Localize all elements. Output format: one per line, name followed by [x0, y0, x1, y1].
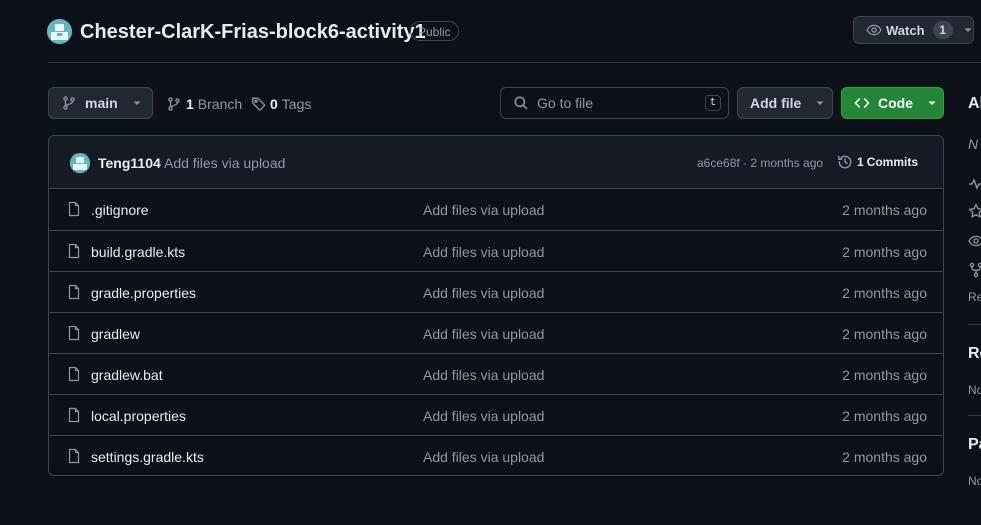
watch-count: 1 [932, 21, 953, 39]
commits-count: 1 [857, 155, 864, 169]
file-commit-message[interactable]: Add files via upload [423, 326, 544, 342]
file-name[interactable]: gradle.properties [91, 285, 196, 301]
history-icon [837, 154, 853, 170]
eye-icon [866, 22, 882, 38]
branch-label: Branch [197, 96, 243, 112]
file-age: 2 months ago [842, 449, 927, 465]
file-icon [66, 284, 82, 300]
file-commit-message[interactable]: Add files via upload [423, 449, 544, 465]
commit-hash-and-age[interactable]: a6ce68f · 2 months ago [697, 156, 823, 170]
chevron-down-icon [927, 98, 937, 108]
file-name[interactable]: gradlew [91, 326, 140, 342]
go-to-file-search[interactable]: t [500, 87, 729, 119]
file-age: 2 months ago [842, 326, 927, 342]
file-icon [66, 243, 82, 259]
file-commit-message[interactable]: Add files via upload [423, 285, 544, 301]
commit-author-avatar[interactable] [70, 153, 90, 173]
commit-message[interactable]: Add files via upload [164, 155, 285, 171]
file-name[interactable]: build.gradle.kts [91, 244, 185, 260]
search-icon [513, 95, 529, 111]
code-icon [854, 95, 870, 111]
file-row[interactable]: gradle.properties Add files via upload 2… [49, 271, 943, 312]
repo-owner-avatar[interactable] [47, 19, 72, 44]
add-file-label: Add file [750, 95, 802, 111]
releases-heading[interactable]: Re [968, 345, 981, 363]
file-name[interactable]: local.properties [91, 408, 186, 424]
chevron-down-icon [815, 98, 825, 108]
sidebar-divider [968, 415, 981, 416]
packages-heading[interactable]: Pa [968, 436, 981, 454]
file-row[interactable]: build.gradle.kts Add files via upload 2 … [49, 230, 943, 271]
about-heading: Ab [968, 95, 981, 112]
sidebar-divider [968, 324, 981, 325]
file-name[interactable]: settings.gradle.kts [91, 449, 204, 465]
file-icon [66, 201, 82, 217]
file-row[interactable]: settings.gradle.kts Add files via upload… [49, 435, 943, 475]
file-name[interactable]: gradlew.bat [91, 367, 163, 383]
eye-icon[interactable] [968, 233, 981, 249]
tags-link[interactable]: 0 Tags [251, 94, 311, 114]
activity-icon[interactable] [968, 176, 981, 192]
report-link-fragment[interactable]: Re [968, 290, 981, 304]
branches-link[interactable]: 1 Branch [166, 94, 242, 114]
keyboard-shortcut-hint: t [705, 95, 721, 111]
header-divider [48, 62, 981, 63]
file-age: 2 months ago [842, 285, 927, 301]
file-icon [66, 407, 82, 423]
code-button[interactable]: Code [841, 87, 944, 119]
file-name[interactable]: .gitignore [91, 202, 149, 218]
tag-count: 0 [270, 96, 278, 112]
branch-count: 1 [186, 96, 194, 112]
chevron-down-icon [963, 25, 973, 35]
file-age: 2 months ago [842, 202, 927, 218]
file-row[interactable]: gradlew.bat Add files via upload 2 month… [49, 353, 943, 394]
file-commit-message[interactable]: Add files via upload [423, 408, 544, 424]
file-list: .gitignore Add files via upload 2 months… [49, 189, 943, 475]
watch-button[interactable]: Watch 1 [853, 16, 974, 44]
git-branch-icon [61, 95, 77, 111]
packages-empty-text: No [968, 474, 981, 488]
file-row[interactable]: gradlew Add files via upload 2 months ag… [49, 312, 943, 353]
tag-icon [251, 96, 267, 112]
releases-empty-text: No [968, 383, 981, 397]
about-description: N [968, 136, 979, 152]
file-icon [66, 448, 82, 464]
star-icon[interactable] [968, 203, 981, 219]
file-age: 2 months ago [842, 367, 927, 383]
search-input[interactable] [537, 95, 687, 111]
commits-label: Commits [866, 155, 919, 169]
file-icon [66, 325, 82, 341]
chevron-down-icon [132, 98, 142, 108]
file-commit-message[interactable]: Add files via upload [423, 367, 544, 383]
branch-name: main [85, 95, 118, 111]
file-row[interactable]: .gitignore Add files via upload 2 months… [49, 189, 943, 230]
file-browser: Teng1104 Add files via upload a6ce68f · … [48, 135, 944, 476]
branch-select-button[interactable]: main [48, 87, 153, 119]
file-age: 2 months ago [842, 408, 927, 424]
file-commit-message[interactable]: Add files via upload [423, 244, 544, 260]
git-branch-icon [166, 96, 182, 112]
code-label: Code [878, 95, 913, 111]
commit-author[interactable]: Teng1104 [98, 155, 161, 171]
fork-icon[interactable] [968, 262, 981, 278]
file-commit-message[interactable]: Add files via upload [423, 202, 544, 218]
file-icon [66, 366, 82, 382]
file-row[interactable]: local.properties Add files via upload 2 … [49, 394, 943, 435]
latest-commit-bar: Teng1104 Add files via upload a6ce68f · … [49, 136, 943, 189]
repo-title[interactable]: Chester-ClarK-Frias-block6-activity1 [80, 19, 426, 45]
add-file-button[interactable]: Add file [737, 87, 833, 119]
file-age: 2 months ago [842, 244, 927, 260]
visibility-badge: Public [410, 21, 459, 41]
commits-history-link[interactable]: 1 Commits [837, 154, 918, 170]
tag-label: Tags [281, 96, 312, 112]
watch-label: Watch [886, 22, 925, 38]
